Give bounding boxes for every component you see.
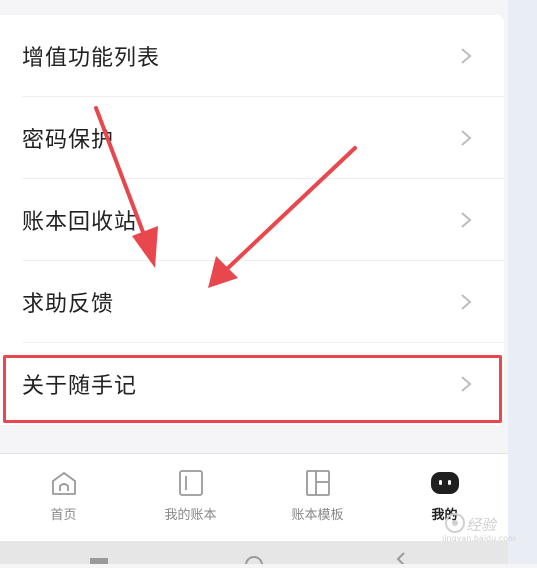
tab-home[interactable]: 首页 <box>0 454 127 542</box>
chevron-right-icon <box>461 48 472 64</box>
tab-label: 我的 <box>431 508 458 523</box>
bottom-tab-bar: 首页 我的账本 账本模板 我的 <box>0 453 508 542</box>
tab-profile[interactable]: 我的 <box>381 454 508 542</box>
profile-icon <box>430 472 459 494</box>
menu-item-label: 密码保护 <box>22 128 115 153</box>
tab-label: 账本模板 <box>291 508 344 523</box>
menu-item-label: 关于随手记 <box>22 374 138 399</box>
chevron-right-icon <box>461 130 472 146</box>
menu-item-value-added[interactable]: 增值功能列表 <box>0 15 504 97</box>
book-icon <box>178 470 203 496</box>
nav-home-icon <box>245 556 263 568</box>
nav-back-icon <box>396 552 405 566</box>
tab-book-templates[interactable]: 账本模板 <box>254 454 381 542</box>
tab-my-books[interactable]: 我的账本 <box>127 454 254 542</box>
side-background <box>508 0 537 564</box>
menu-item-feedback[interactable]: 求助反馈 <box>0 261 504 343</box>
chevron-right-icon <box>461 212 472 228</box>
tab-label: 我的账本 <box>164 508 217 523</box>
menu-item-label: 账本回收站 <box>22 210 138 235</box>
menu-item-password[interactable]: 密码保护 <box>0 97 504 179</box>
menu-item-about[interactable]: 关于随手记 <box>0 343 504 425</box>
chevron-right-icon <box>461 376 472 392</box>
menu-item-recycle-bin[interactable]: 账本回收站 <box>0 179 504 261</box>
settings-card: 增值功能列表 密码保护 账本回收站 求助反馈 关于随手记 <box>0 15 504 425</box>
system-navigation-bar <box>0 541 508 568</box>
tab-label: 首页 <box>50 508 77 523</box>
template-icon <box>305 470 330 496</box>
menu-item-label: 增值功能列表 <box>22 46 161 71</box>
system-nav-buttons <box>90 552 405 568</box>
chevron-right-icon <box>461 294 472 310</box>
home-icon <box>51 472 76 495</box>
menu-item-label: 求助反馈 <box>22 292 115 317</box>
nav-menu-icon <box>90 558 108 564</box>
